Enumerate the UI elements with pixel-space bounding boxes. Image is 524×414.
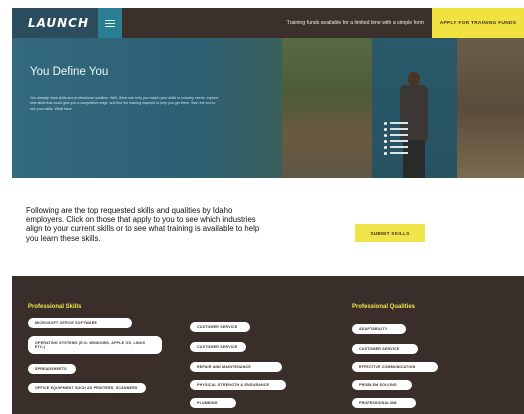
skill-pill[interactable]: REPAIR AND MAINTENANCE — [190, 362, 282, 372]
hero-bullet — [384, 150, 408, 156]
skill-pill[interactable]: CUSTOMER SERVICE — [190, 322, 250, 332]
skill-pill[interactable]: OPERATING SYSTEMS (E.G. WINDOWS, APPLE O… — [28, 336, 162, 354]
skills-section: Professional Skills Professional Qualiti… — [12, 276, 524, 414]
professional-skills-title: Professional Skills — [28, 304, 82, 310]
promo-text: Training funds available for a limited t… — [286, 20, 424, 26]
hero-text-panel: You Define You You already have skills a… — [12, 38, 282, 178]
skill-pill[interactable]: CUSTOMER SERVICE — [190, 342, 246, 352]
hero-photo-building — [457, 38, 524, 178]
logo-text: LAUNCH — [28, 16, 90, 30]
submit-skills-button[interactable]: SUBMIT SKILLS — [355, 224, 425, 242]
launch-logo[interactable]: LAUNCH — [12, 8, 98, 38]
professional-qualities-title: Professional Qualities — [352, 304, 416, 310]
skills-intro-text: Following are the top requested skills a… — [26, 206, 260, 243]
skill-pill[interactable]: OFFICE EQUIPMENT SUCH AS PRINTERS, SCANN… — [28, 383, 146, 393]
quality-pill[interactable]: CUSTOMER SERVICE — [352, 344, 418, 354]
hero-bullet-list — [384, 120, 408, 156]
quality-pill[interactable]: PROBLEM SOLVING — [352, 380, 412, 390]
quality-pill[interactable]: ADAPTABILITY — [352, 324, 406, 334]
hero-title: You Define You — [30, 66, 109, 78]
hero-photo-street — [282, 38, 372, 178]
skill-pill[interactable]: PLUMBING — [190, 398, 236, 408]
apply-for-training-funds-button[interactable]: APPLY FOR TRAINING FUNDS — [432, 8, 524, 38]
top-navigation-bar: LAUNCH Training funds available for a li… — [12, 8, 524, 38]
quality-pill[interactable]: EFFECTIVE COMMUNICATION — [352, 362, 438, 372]
skill-pill[interactable]: PHYSICAL STRENGTH & ENDURANCE — [190, 380, 286, 390]
hero-banner: You Define You You already have skills a… — [12, 38, 524, 178]
hero-body: You already have skills and professional… — [30, 96, 219, 111]
quality-pill[interactable]: PROFESSIONALISM — [352, 398, 416, 408]
skill-pill[interactable]: SPREADSHEETS — [28, 364, 76, 374]
hamburger-menu-icon[interactable] — [98, 8, 122, 38]
skill-pill[interactable]: MICROSOFT OFFICE SOFTWARE — [28, 318, 132, 328]
